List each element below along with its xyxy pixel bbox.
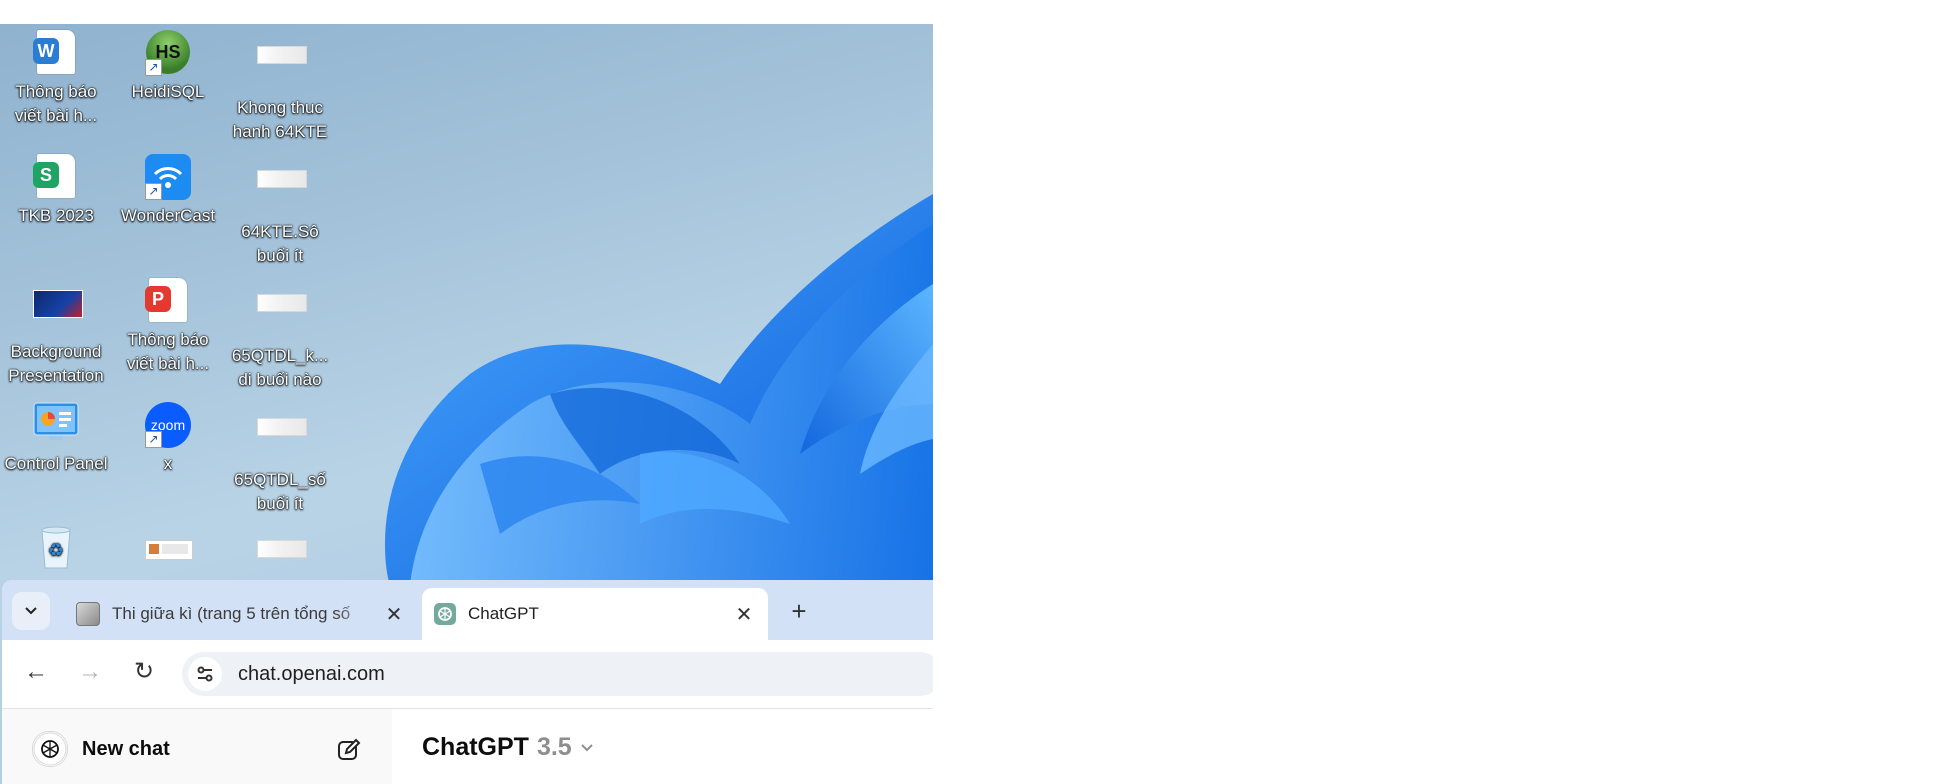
desktop-icon-label: WonderCast — [120, 206, 216, 225]
desktop-icon-label: Control Panel — [4, 454, 108, 473]
desktop-icon-label: HeidiSQL — [131, 82, 205, 101]
desktop-icon-label: Background Presentation — [8, 342, 104, 385]
heidisql-icon: HS ↗ — [145, 30, 191, 76]
tab-strip: Thi giữa kì (trang 5 trên tổng số ✕ Chat… — [2, 580, 933, 640]
model-version: 3.5 — [536, 733, 572, 761]
chevron-down-icon — [25, 607, 37, 615]
control-panel-icon — [33, 402, 79, 448]
wondercast-icon: ↗ — [145, 154, 191, 200]
svg-text:♻: ♻ — [48, 540, 64, 561]
desktop-icon-word-notice[interactable]: W Thông báo viết bài h... — [2, 30, 110, 128]
desktop-icon-label: 65QTDL_k... di buổi nào — [231, 346, 329, 389]
desktop-icon-65qtdl-k[interactable]: 65QTDL_k... di buổi nào — [226, 278, 334, 392]
openai-favicon-icon — [434, 603, 456, 625]
forward-button[interactable]: → — [72, 654, 108, 690]
desktop-icon-tkb-2023[interactable]: S TKB 2023 — [2, 154, 110, 228]
desktop-icon-wondercast[interactable]: ↗ WonderCast — [114, 154, 222, 228]
document-favicon-icon — [76, 602, 100, 626]
word-document-icon: W — [33, 30, 79, 76]
desktop-icon-label: Thông báo viết bài h... — [126, 330, 210, 373]
tab-title: Thi giữa kì (trang 5 trên tổng số — [112, 604, 351, 623]
desktop-icon-khong-thuc-hanh[interactable]: Khong thuc hanh 64KTE — [226, 30, 334, 144]
shortcut-arrow-icon: ↗ — [145, 431, 162, 448]
desktop-icon-label: Khong thuc hanh 64KTE — [232, 98, 328, 141]
spreadsheet-thumbnail-icon — [257, 46, 307, 92]
desktop-icon-64kte[interactable]: 64KTE.Sô buổi ít — [226, 154, 334, 268]
shortcut-arrow-icon: ↗ — [145, 59, 162, 76]
close-tab-button[interactable]: ✕ — [732, 602, 756, 627]
zoom-icon: zoom ↗ — [145, 402, 191, 448]
sheet-document-icon: S — [33, 154, 79, 200]
presentation-thumbnail-icon — [33, 290, 83, 336]
model-selector[interactable]: ChatGPT 3.5 — [422, 733, 594, 762]
spreadsheet-thumbnail-icon — [257, 170, 307, 216]
tab-thi-giua-ki[interactable]: Thi giữa kì (trang 5 trên tổng số ✕ — [64, 588, 418, 640]
chevron-down-icon — [581, 744, 593, 752]
desktop-icon-label: 65QTDL_số buổi ít — [234, 470, 326, 513]
back-button[interactable]: ← — [18, 654, 54, 690]
reload-button[interactable]: ↻ — [126, 654, 162, 690]
desktop-icon-label: x — [163, 454, 173, 473]
chatgpt-page: New chat ChatGPT 3.5 — [2, 709, 933, 784]
spreadsheet-thumbnail-icon — [257, 418, 307, 464]
recycle-bin-icon: ♻ — [33, 524, 79, 570]
desktop-icon-control-panel[interactable]: Control Panel — [2, 402, 110, 476]
desktop-icon-label: Thông báo viết bài h... — [14, 82, 98, 125]
address-bar[interactable]: chat.openai.com — [182, 652, 933, 696]
close-tab-button[interactable]: ✕ — [382, 602, 406, 627]
desktop-icon-recycle-bin[interactable]: ♻ — [2, 524, 110, 574]
desktop-icon-label: 64KTE.Sô buổi ít — [241, 222, 319, 265]
new-chat-button[interactable]: New chat — [32, 729, 170, 769]
chatgpt-sidebar: New chat — [2, 709, 392, 784]
desktop-icon-label: TKB 2023 — [18, 206, 94, 225]
browser-toolbar: ← → ↻ chat.openai.com — [2, 640, 933, 709]
desktop-icon-65qtdl-so-buoi[interactable]: 65QTDL_số buổi ít — [226, 402, 334, 516]
spreadsheet-thumbnail-icon — [257, 294, 307, 340]
tab-title: ChatGPT — [468, 604, 539, 623]
browser-window: Thi giữa kì (trang 5 trên tổng số ✕ Chat… — [2, 580, 933, 784]
openai-logo-icon — [32, 731, 68, 767]
new-chat-label: New chat — [82, 737, 170, 760]
shortcut-arrow-icon: ↗ — [145, 183, 162, 200]
desktop-icon-zoom[interactable]: zoom ↗ x — [114, 402, 222, 476]
model-name: ChatGPT — [422, 733, 529, 761]
edit-icon[interactable] — [336, 737, 362, 763]
url-text: chat.openai.com — [238, 663, 385, 685]
tab-chatgpt[interactable]: ChatGPT ✕ — [422, 588, 768, 640]
site-settings-icon[interactable] — [188, 657, 222, 691]
desktop-icon-pdf-notice[interactable]: P Thông báo viết bài h... — [114, 278, 222, 376]
new-tab-button[interactable]: + — [784, 596, 814, 626]
tab-search-button[interactable] — [12, 592, 50, 630]
desktop-icon-heidisql[interactable]: HS ↗ HeidiSQL — [114, 30, 222, 104]
pdf-document-icon: P — [145, 278, 191, 324]
desktop-icon-background-presentation[interactable]: Background Presentation — [2, 278, 110, 388]
